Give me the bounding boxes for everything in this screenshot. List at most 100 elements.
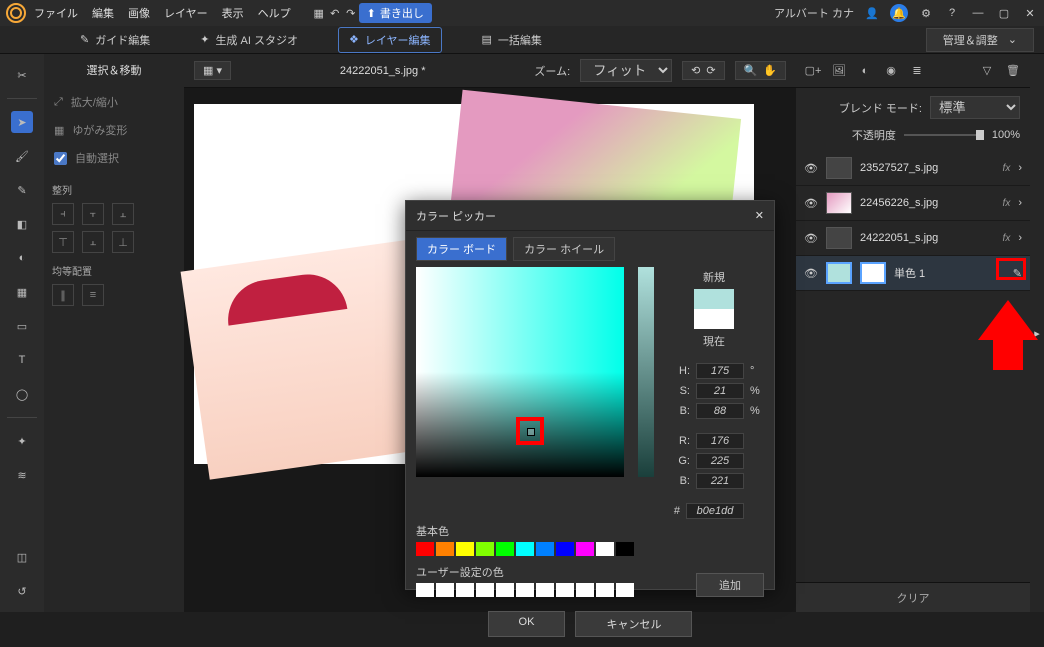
export-button[interactable]: ⬆書き出し — [359, 3, 432, 23]
swatch[interactable] — [596, 542, 614, 556]
clear-button[interactable]: クリア — [796, 582, 1030, 612]
menu-layer[interactable]: レイヤー — [164, 5, 208, 21]
notification-icon[interactable]: 🔔 — [890, 4, 908, 22]
visibility-icon[interactable]: 👁 — [804, 162, 818, 175]
menu-view[interactable]: 表示 — [222, 5, 244, 21]
align-bottom[interactable]: ⊥ — [112, 231, 134, 253]
adjust-tool[interactable]: ≋ — [11, 464, 33, 486]
layer-item[interactable]: 👁24222051_s.jpgfx› — [796, 221, 1030, 256]
tab-color-board[interactable]: カラー ボード — [416, 237, 507, 261]
dialog-close-icon[interactable]: ✕ — [755, 209, 764, 222]
warp-option[interactable]: ▦ゆがみ変形 — [52, 116, 176, 144]
magnifier-icon[interactable]: 🔍 — [744, 64, 758, 77]
grid-dropdown[interactable]: ▦ ▾ — [194, 61, 231, 80]
menu-help[interactable]: ヘルプ — [258, 5, 291, 21]
visibility-icon[interactable]: 👁 — [804, 232, 818, 245]
align-right[interactable]: ⫠ — [112, 203, 134, 225]
h-input[interactable] — [696, 363, 744, 379]
b-input[interactable] — [696, 403, 744, 419]
menu-image[interactable]: 画像 — [128, 5, 150, 21]
chevron-right-icon[interactable]: › — [1018, 232, 1022, 244]
swatch[interactable] — [596, 583, 614, 597]
hex-input[interactable] — [686, 503, 744, 519]
distribute-h[interactable]: ∥ — [52, 284, 74, 306]
swatch[interactable] — [516, 542, 534, 556]
trash-icon[interactable]: 🗑 — [1004, 62, 1022, 80]
swatch[interactable] — [416, 542, 434, 556]
adjust-layer-icon[interactable]: ◉ — [882, 62, 900, 80]
autoselect-option[interactable]: 自動選択 — [52, 144, 176, 172]
list-icon[interactable]: ≣ — [908, 62, 926, 80]
swatch[interactable] — [576, 542, 594, 556]
swatch[interactable] — [496, 583, 514, 597]
swatch[interactable] — [576, 583, 594, 597]
swatch[interactable] — [536, 583, 554, 597]
settings-icon[interactable]: ⚙ — [918, 5, 934, 21]
chevron-right-icon[interactable]: › — [1018, 162, 1022, 174]
sv-field[interactable] — [416, 267, 624, 477]
menu-file[interactable]: ファイル — [34, 5, 78, 21]
sv-cursor[interactable] — [516, 417, 544, 445]
eraser-tool[interactable]: ◧ — [11, 213, 33, 235]
g-input[interactable] — [696, 453, 744, 469]
swatch[interactable] — [556, 542, 574, 556]
cancel-button[interactable]: キャンセル — [575, 611, 692, 637]
swatch[interactable] — [456, 542, 474, 556]
swatch[interactable] — [536, 542, 554, 556]
zoom-select[interactable]: フィット — [580, 59, 672, 82]
minimize-icon[interactable]: — — [970, 5, 986, 21]
brush-tool[interactable]: 🖌 — [11, 145, 33, 167]
align-left[interactable]: ⫞ — [52, 203, 74, 225]
swatch[interactable] — [456, 583, 474, 597]
blend-select[interactable]: 標準 — [930, 96, 1020, 119]
swatch[interactable] — [436, 542, 454, 556]
visibility-icon[interactable]: 👁 — [804, 197, 818, 210]
rotate-right-icon[interactable]: ⟳ — [706, 64, 715, 77]
autoselect-checkbox[interactable] — [54, 152, 67, 165]
tab-layer[interactable]: ❖レイヤー編集 — [338, 27, 442, 53]
swatch[interactable] — [496, 542, 514, 556]
ok-button[interactable]: OK — [488, 611, 566, 637]
swatch[interactable] — [616, 542, 634, 556]
layer-item[interactable]: 👁単色 1✎ — [796, 256, 1030, 291]
reset-tool[interactable]: ↺ — [11, 580, 33, 602]
layer-item[interactable]: 👁23527527_s.jpgfx› — [796, 151, 1030, 186]
pencil-tool[interactable]: ✎ — [11, 179, 33, 201]
b2-input[interactable] — [696, 473, 744, 489]
swatch[interactable] — [476, 542, 494, 556]
crop-tool[interactable]: ✂ — [11, 64, 33, 86]
hue-slider[interactable] — [638, 267, 654, 477]
chevron-right-icon[interactable]: › — [1018, 197, 1022, 209]
hand-icon[interactable]: ✋ — [763, 64, 777, 77]
shape-tool[interactable]: ▭ — [11, 315, 33, 337]
add-color-button[interactable]: 追加 — [696, 573, 764, 597]
user-icon[interactable]: 👤 — [864, 5, 880, 21]
effects-tool[interactable]: ✦ — [11, 430, 33, 452]
tab-ai[interactable]: ✦生成 AI スタジオ — [190, 28, 308, 52]
swatch[interactable] — [516, 583, 534, 597]
align-center-h[interactable]: ⫟ — [82, 203, 104, 225]
close-icon[interactable]: ✕ — [1022, 5, 1038, 21]
zoom-option[interactable]: ⤢拡大/縮小 — [52, 88, 176, 116]
r-input[interactable] — [696, 433, 744, 449]
tab-guide[interactable]: ✎ガイド編集 — [70, 28, 160, 52]
align-top[interactable]: ⊤ — [52, 231, 74, 253]
compare-tool[interactable]: ◫ — [11, 546, 33, 568]
redo-icon[interactable]: ↷ — [343, 5, 359, 21]
tab-batch[interactable]: ▤一括編集 — [472, 28, 552, 52]
add-layer-icon[interactable]: ▢+ — [804, 62, 822, 80]
add-image-icon[interactable]: 🖼 — [830, 62, 848, 80]
ellipse-tool[interactable]: ◯ — [11, 383, 33, 405]
align-center-v[interactable]: ⫠ — [82, 231, 104, 253]
gradient-tool[interactable]: ◐ — [11, 247, 33, 269]
visibility-icon[interactable]: 👁 — [804, 267, 818, 280]
help-icon[interactable]: ? — [944, 5, 960, 21]
opacity-slider[interactable] — [904, 134, 984, 136]
swatch[interactable] — [616, 583, 634, 597]
tab-color-wheel[interactable]: カラー ホイール — [513, 237, 615, 261]
swatch[interactable] — [476, 583, 494, 597]
distribute-v[interactable]: ≡ — [82, 284, 104, 306]
maximize-icon[interactable]: ▢ — [996, 5, 1012, 21]
swatch[interactable] — [556, 583, 574, 597]
layer-item[interactable]: 👁22456226_s.jpgfx› — [796, 186, 1030, 221]
